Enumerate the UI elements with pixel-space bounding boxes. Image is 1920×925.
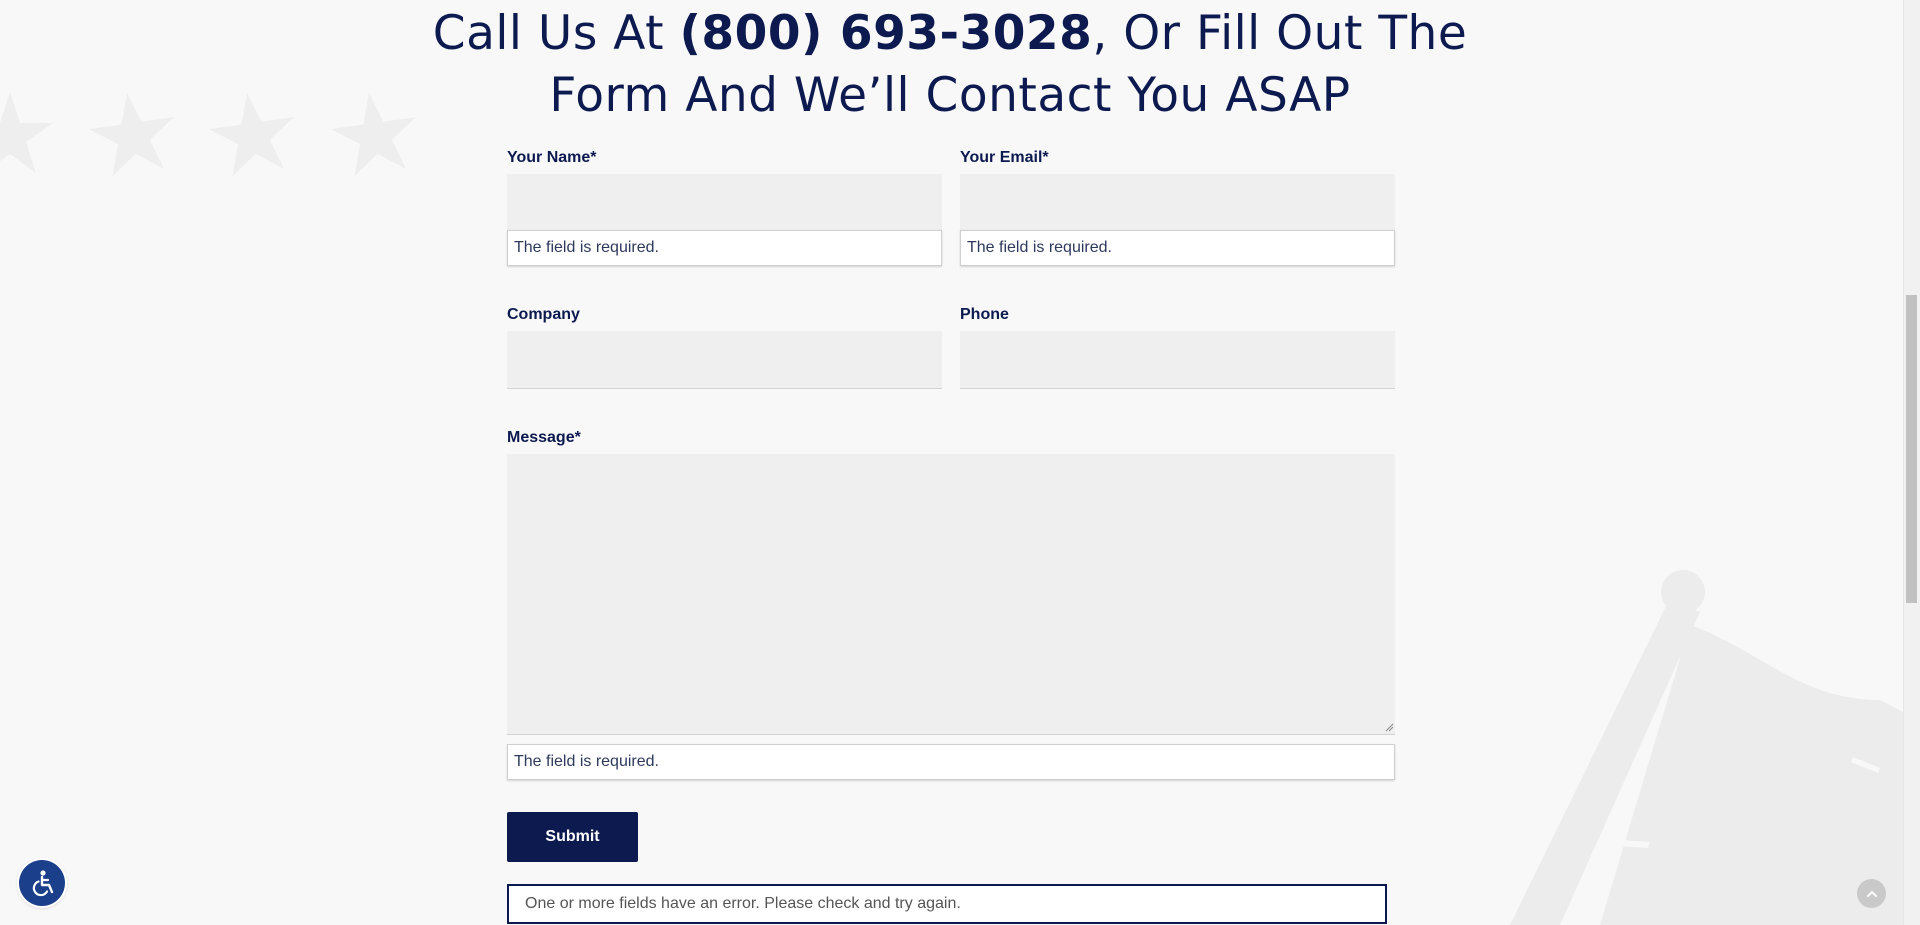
name-label: Your Name* — [507, 149, 597, 166]
submit-button[interactable]: Submit — [507, 812, 638, 862]
email-input[interactable] — [960, 174, 1395, 231]
email-error-tip: The field is required. — [960, 230, 1395, 266]
form-error-message: One or more fields have an error. Please… — [507, 884, 1387, 924]
name-input[interactable] — [507, 174, 942, 231]
title-suffix: , Or Fill Out The — [1092, 6, 1468, 61]
title-prefix: Call Us At — [432, 6, 680, 61]
accessibility-button[interactable] — [19, 860, 65, 906]
phone-number[interactable]: (800) 693-3028 — [679, 6, 1092, 61]
message-label: Message* — [507, 429, 581, 446]
company-input[interactable] — [507, 331, 942, 389]
message-error-tip: The field is required. — [507, 744, 1395, 780]
name-error-tip: The field is required. — [507, 230, 942, 266]
phone-label: Phone — [960, 306, 1009, 323]
phone-input[interactable] — [960, 331, 1395, 389]
flag-icon — [1510, 570, 1903, 925]
page-title: Call Us At (800) 693-3028, Or Fill Out T… — [0, 3, 1900, 127]
chevron-up-icon — [1866, 890, 1877, 897]
title-line2: Form And We’ll Contact You ASAP — [549, 68, 1351, 123]
scroll-to-top-button[interactable] — [1857, 879, 1886, 908]
accessibility-icon — [32, 870, 54, 897]
company-label: Company — [507, 306, 580, 323]
scrollbar-thumb[interactable] — [1906, 295, 1917, 603]
message-textarea[interactable] — [507, 454, 1395, 735]
email-label: Your Email* — [960, 149, 1049, 166]
